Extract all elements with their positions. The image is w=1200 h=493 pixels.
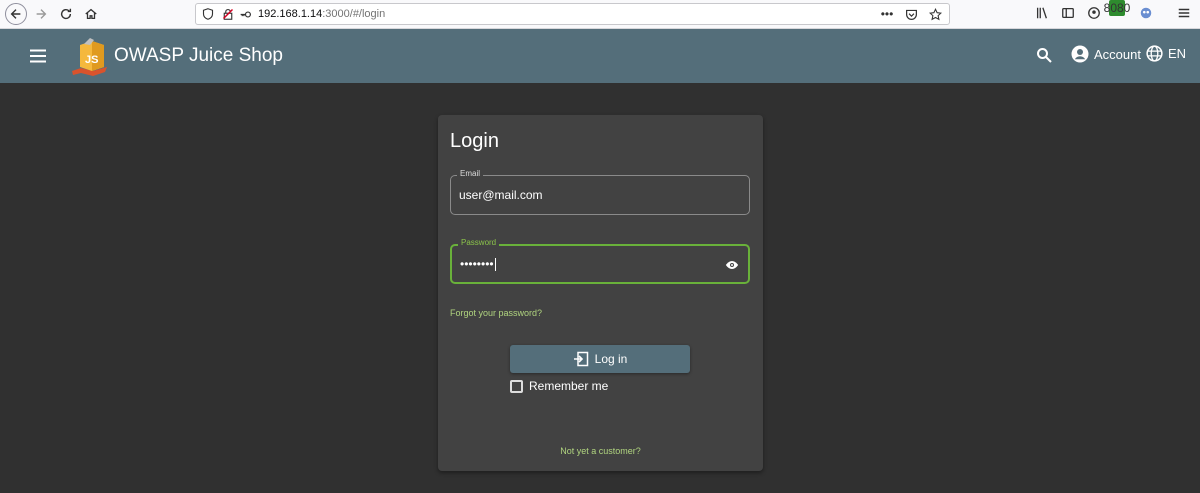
remember-me-label: Remember me xyxy=(529,379,609,393)
juice-shop-logo[interactable]: JS xyxy=(70,35,110,77)
extension-icon[interactable] xyxy=(1138,5,1154,21)
arrow-right-icon xyxy=(36,9,47,19)
search-button[interactable] xyxy=(1033,44,1055,66)
proxy-extension-icon[interactable]: 8080 xyxy=(1104,0,1130,21)
url-text[interactable]: 192.168.1.14:3000/#/login xyxy=(258,8,385,20)
arrow-left-icon xyxy=(10,9,21,19)
remember-me-checkbox[interactable]: Remember me xyxy=(510,379,608,393)
login-card: Login Email user@mail.com Password •••••… xyxy=(438,115,763,471)
app-title[interactable]: OWASP Juice Shop xyxy=(114,45,283,67)
back-button[interactable] xyxy=(5,3,27,25)
proxy-port-badge: 8080 xyxy=(1103,0,1131,16)
language-button[interactable]: EN xyxy=(1146,45,1186,62)
password-value[interactable]: •••••••• xyxy=(460,257,496,272)
app-toolbar: JS OWASP Juice Shop Account EN xyxy=(0,29,1200,83)
shield-icon[interactable] xyxy=(201,7,215,21)
juice-box-icon: JS xyxy=(72,38,107,76)
account-label: Account xyxy=(1094,46,1141,62)
reload-icon xyxy=(60,8,72,20)
bookmark-star-icon[interactable] xyxy=(927,6,943,22)
password-field[interactable]: Password •••••••• xyxy=(450,238,750,284)
password-label: Password xyxy=(458,238,500,247)
sidebar-icon[interactable] xyxy=(1060,5,1076,21)
url-path: :3000/#/login xyxy=(322,8,386,20)
globe-icon xyxy=(1146,45,1163,62)
reload-button[interactable] xyxy=(55,3,77,25)
key-icon[interactable] xyxy=(238,7,252,21)
search-icon xyxy=(1037,48,1052,63)
logo-text: JS xyxy=(85,54,98,66)
login-icon xyxy=(573,351,588,367)
library-icon[interactable] xyxy=(1034,5,1050,21)
checkbox-box[interactable] xyxy=(510,379,523,393)
forgot-password-link[interactable]: Forgot your password? xyxy=(450,308,542,318)
login-button-label: Log in xyxy=(594,352,628,366)
insecure-lock-icon[interactable] xyxy=(221,7,235,21)
menu-icon xyxy=(30,49,46,63)
url-bar[interactable]: 192.168.1.14:3000/#/login ••• xyxy=(195,3,950,25)
forward-button[interactable] xyxy=(30,3,52,25)
firefox-account-icon[interactable] xyxy=(1086,5,1102,21)
account-button[interactable]: Account xyxy=(1071,45,1141,63)
hamburger-menu-icon[interactable] xyxy=(1176,5,1192,21)
account-circle-icon xyxy=(1071,45,1089,63)
home-button[interactable] xyxy=(80,3,102,25)
language-label: EN xyxy=(1168,46,1187,61)
toggle-password-visibility-button[interactable] xyxy=(724,257,740,273)
eye-icon xyxy=(725,261,739,269)
login-button[interactable]: Log in xyxy=(510,345,690,373)
pocket-icon[interactable] xyxy=(903,6,919,22)
page-actions-button[interactable]: ••• xyxy=(879,6,895,22)
home-icon xyxy=(85,8,97,20)
text-caret xyxy=(494,258,496,272)
email-field[interactable]: Email user@mail.com xyxy=(450,169,750,215)
email-label: Email xyxy=(457,169,484,178)
password-masked-text: •••••••• xyxy=(460,257,494,271)
register-link[interactable]: Not yet a customer? xyxy=(438,446,763,456)
browser-toolbar: 192.168.1.14:3000/#/login ••• 8080 xyxy=(0,0,1200,29)
login-title: Login xyxy=(450,130,499,152)
side-menu-button[interactable] xyxy=(26,44,50,68)
email-value[interactable]: user@mail.com xyxy=(459,188,543,202)
url-host: 192.168.1.14 xyxy=(258,8,323,20)
